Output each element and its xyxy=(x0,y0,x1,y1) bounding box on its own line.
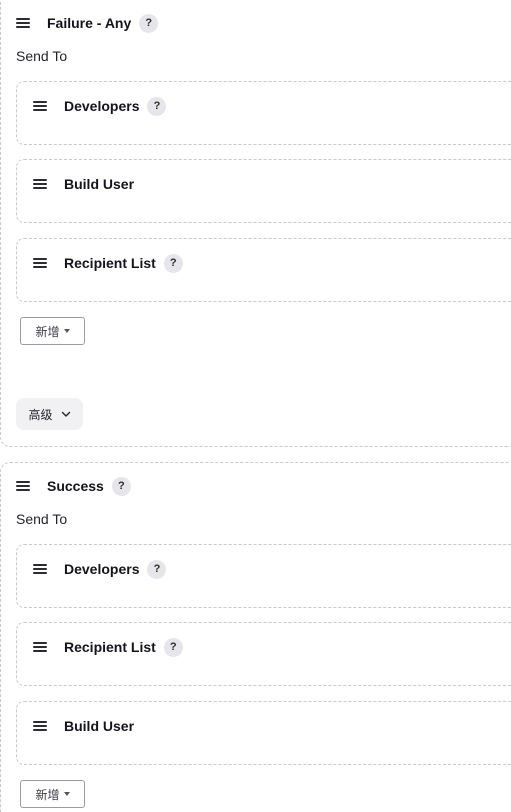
help-icon[interactable]: ? xyxy=(163,637,183,657)
drag-handle-icon[interactable] xyxy=(16,18,30,28)
trigger-title: Success xyxy=(47,478,104,494)
trigger-header: Success ? xyxy=(16,475,131,497)
recipient-header: Developers ? xyxy=(33,95,167,117)
help-icon[interactable]: ? xyxy=(111,476,131,496)
email-triggers-panel: Failure - Any ? Send To Developers ? Bui… xyxy=(0,0,511,812)
drag-handle-icon[interactable] xyxy=(33,721,47,731)
send-to-label: Send To xyxy=(16,48,68,64)
recipient-title: Build User xyxy=(64,718,135,734)
recipient-card-recipient-list: Recipient List ? xyxy=(16,622,511,686)
recipient-title: Recipient List xyxy=(64,639,156,655)
drag-handle-icon[interactable] xyxy=(16,481,30,491)
add-recipient-button[interactable]: 新增 xyxy=(20,317,85,345)
drag-handle-icon[interactable] xyxy=(33,179,47,189)
add-recipient-button[interactable]: 新增 xyxy=(20,780,85,808)
advanced-button-label: 高级 xyxy=(28,407,53,422)
help-icon[interactable]: ? xyxy=(139,13,159,33)
recipient-card-recipient-list: Recipient List ? xyxy=(16,238,511,302)
drag-handle-icon[interactable] xyxy=(33,258,47,268)
trigger-failure-any xyxy=(0,0,511,447)
chevron-down-icon xyxy=(61,411,70,417)
drag-handle-icon[interactable] xyxy=(33,101,47,111)
help-icon[interactable]: ? xyxy=(147,96,167,116)
trigger-header: Failure - Any ? xyxy=(16,12,159,34)
help-icon[interactable]: ? xyxy=(147,559,167,579)
recipient-card-build-user: Build User xyxy=(16,701,511,765)
drag-handle-icon[interactable] xyxy=(33,564,47,574)
recipient-header: Recipient List ? xyxy=(33,252,183,274)
recipient-card-developers: Developers ? xyxy=(16,544,511,608)
advanced-button[interactable]: 高级 xyxy=(16,398,83,430)
recipient-title: Recipient List xyxy=(64,255,156,271)
recipient-header: Build User xyxy=(33,715,134,737)
recipient-card-developers: Developers ? xyxy=(16,81,511,145)
recipient-header: Developers ? xyxy=(33,558,167,580)
caret-down-icon xyxy=(63,329,70,333)
recipient-header: Build User xyxy=(33,173,134,195)
recipient-title: Developers xyxy=(64,98,140,114)
add-button-label: 新增 xyxy=(35,787,60,802)
recipient-card-build-user: Build User xyxy=(16,159,511,223)
recipient-header: Recipient List ? xyxy=(33,636,183,658)
send-to-label: Send To xyxy=(16,511,68,527)
recipient-title: Developers xyxy=(64,561,140,577)
trigger-title: Failure - Any xyxy=(47,15,132,31)
help-icon[interactable]: ? xyxy=(163,253,183,273)
recipient-title: Build User xyxy=(64,176,135,192)
add-button-label: 新增 xyxy=(35,324,60,339)
drag-handle-icon[interactable] xyxy=(33,642,47,652)
caret-down-icon xyxy=(63,792,70,796)
